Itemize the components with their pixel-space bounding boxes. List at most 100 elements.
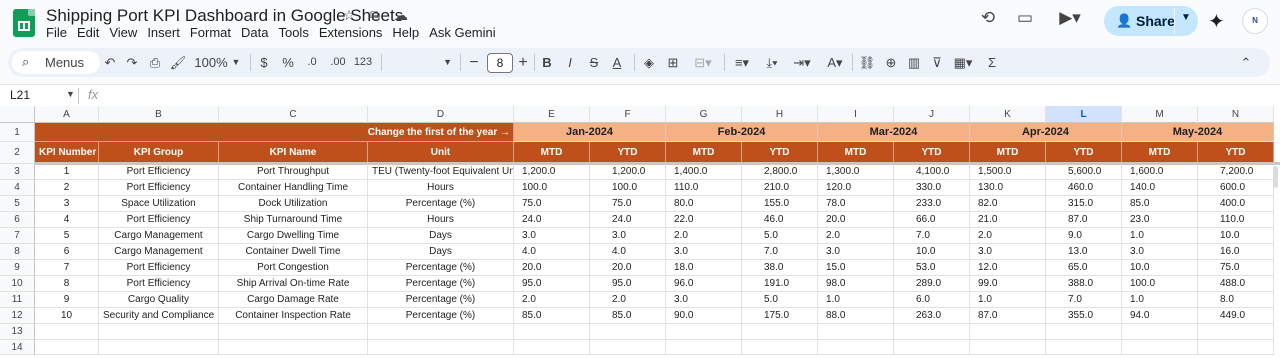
table-cell[interactable]: 88.0: [818, 308, 894, 324]
sheets-logo-icon[interactable]: [13, 9, 35, 37]
table-cell[interactable]: Ship Turnaround Time: [219, 212, 368, 228]
table-cell[interactable]: 2: [35, 180, 99, 196]
menu-format[interactable]: Format: [185, 25, 236, 40]
table-header[interactable]: KPI Number: [35, 142, 99, 164]
column-header-c[interactable]: C: [219, 106, 368, 123]
table-cell[interactable]: 1,500.0: [970, 164, 1046, 180]
empty-cell[interactable]: [99, 324, 219, 340]
table-cell[interactable]: 80.0: [666, 196, 742, 212]
empty-cell[interactable]: [590, 340, 666, 355]
table-cell[interactable]: 7: [35, 260, 99, 276]
table-cell[interactable]: 20.0: [514, 260, 590, 276]
table-cell[interactable]: 3: [35, 196, 99, 212]
table-cell[interactable]: 22.0: [666, 212, 742, 228]
table-cell[interactable]: 85.0: [590, 308, 666, 324]
column-header-l[interactable]: L: [1046, 106, 1122, 123]
table-cell[interactable]: 7.0: [1046, 292, 1122, 308]
table-cell[interactable]: 15.0: [818, 260, 894, 276]
table-cell[interactable]: Container Handling Time: [219, 180, 368, 196]
empty-cell[interactable]: [1122, 340, 1198, 355]
table-cell[interactable]: 330.0: [894, 180, 970, 196]
table-cell[interactable]: Days: [368, 244, 514, 260]
table-cell[interactable]: 2.0: [514, 292, 590, 308]
spreadsheet-grid[interactable]: A B C D E F G H I J K L M N 1 2 3 4 5 6 7 8 9 10 11 12 13 14 Change …: [0, 106, 1280, 358]
menu-help[interactable]: Help: [387, 25, 424, 40]
comments-icon[interactable]: ▭: [1013, 6, 1037, 30]
table-cell[interactable]: 85.0: [1122, 196, 1198, 212]
filter-views-icon[interactable]: ▦▾: [950, 48, 976, 77]
table-cell[interactable]: Percentage (%): [368, 308, 514, 324]
mtd-header[interactable]: MTD: [818, 142, 894, 164]
empty-cell[interactable]: [368, 324, 514, 340]
redo-icon[interactable]: ↷: [122, 48, 142, 77]
table-cell[interactable]: Hours: [368, 212, 514, 228]
table-cell[interactable]: 10.0: [894, 244, 970, 260]
search-menus-button[interactable]: ⌕ Menus: [12, 51, 100, 74]
table-cell[interactable]: 20.0: [818, 212, 894, 228]
fill-color-icon[interactable]: ◈: [640, 48, 658, 77]
table-cell[interactable]: 5.0: [742, 292, 818, 308]
row-header-1[interactable]: 1: [0, 123, 35, 142]
filter-icon[interactable]: ⊽: [928, 48, 946, 77]
share-dropdown-icon[interactable]: ▼: [1181, 12, 1191, 23]
table-cell[interactable]: Port Efficiency: [99, 260, 219, 276]
table-cell[interactable]: 16.0: [1198, 244, 1274, 260]
table-cell[interactable]: 1.0: [818, 292, 894, 308]
table-cell[interactable]: 53.0: [894, 260, 970, 276]
table-cell[interactable]: 110.0: [666, 180, 742, 196]
empty-cell[interactable]: [35, 324, 99, 340]
mtd-header[interactable]: MTD: [514, 142, 590, 164]
table-cell[interactable]: 90.0: [666, 308, 742, 324]
star-icon[interactable]: ☆: [340, 7, 358, 24]
column-header-h[interactable]: H: [742, 106, 818, 123]
table-cell[interactable]: Container Dwell Time: [219, 244, 368, 260]
print-icon[interactable]: ⎙: [145, 48, 165, 77]
table-cell[interactable]: 488.0: [1198, 276, 1274, 292]
table-cell[interactable]: 10.0: [1198, 228, 1274, 244]
move-folder-icon[interactable]: ⧉: [366, 7, 384, 24]
undo-icon[interactable]: ↶: [100, 48, 120, 77]
table-cell[interactable]: 388.0: [1046, 276, 1122, 292]
table-cell[interactable]: 75.0: [1198, 260, 1274, 276]
table-cell[interactable]: 10.0: [1122, 260, 1198, 276]
table-cell[interactable]: Percentage (%): [368, 276, 514, 292]
table-cell[interactable]: Security and Compliance: [99, 308, 219, 324]
bold-icon[interactable]: B: [538, 48, 556, 77]
table-cell[interactable]: 460.0: [1046, 180, 1122, 196]
paint-format-icon[interactable]: 🖌: [168, 48, 188, 77]
empty-cell[interactable]: [590, 324, 666, 340]
column-header-i[interactable]: I: [818, 106, 894, 123]
decrease-decimal-button[interactable]: .0: [302, 48, 322, 77]
empty-cell[interactable]: [35, 340, 99, 355]
table-cell[interactable]: Space Utilization: [99, 196, 219, 212]
row-header-4[interactable]: 4: [0, 180, 35, 196]
collapse-toolbar-icon[interactable]: ⌃: [1236, 48, 1256, 77]
table-cell[interactable]: 1,600.0: [1122, 164, 1198, 180]
table-cell[interactable]: 355.0: [1046, 308, 1122, 324]
table-cell[interactable]: 2.0: [666, 228, 742, 244]
empty-cell[interactable]: [1122, 324, 1198, 340]
table-cell[interactable]: 5: [35, 228, 99, 244]
horizontal-align-icon[interactable]: ≡▾: [730, 48, 754, 77]
menu-edit[interactable]: Edit: [72, 25, 104, 40]
table-cell[interactable]: 4.0: [590, 244, 666, 260]
table-cell[interactable]: 98.0: [818, 276, 894, 292]
row-header-10[interactable]: 10: [0, 276, 35, 292]
percent-format-button[interactable]: %: [280, 48, 296, 77]
row-header-7[interactable]: 7: [0, 228, 35, 244]
table-cell[interactable]: Percentage (%): [368, 292, 514, 308]
row-header-6[interactable]: 6: [0, 212, 35, 228]
functions-icon[interactable]: Σ: [983, 48, 1001, 77]
table-cell[interactable]: 3.0: [666, 244, 742, 260]
text-wrapping-icon[interactable]: ⇥▾: [790, 48, 814, 77]
row-header-14[interactable]: 14: [0, 340, 35, 355]
table-cell[interactable]: Percentage (%): [368, 260, 514, 276]
table-cell[interactable]: Hours: [368, 180, 514, 196]
column-header-m[interactable]: M: [1122, 106, 1198, 123]
column-header-d[interactable]: D: [368, 106, 514, 123]
merge-cells-icon[interactable]: ⊟▾: [688, 48, 718, 77]
table-cell[interactable]: 46.0: [742, 212, 818, 228]
table-header[interactable]: Unit: [368, 142, 514, 164]
table-cell[interactable]: Port Congestion: [219, 260, 368, 276]
ytd-header[interactable]: YTD: [894, 142, 970, 164]
